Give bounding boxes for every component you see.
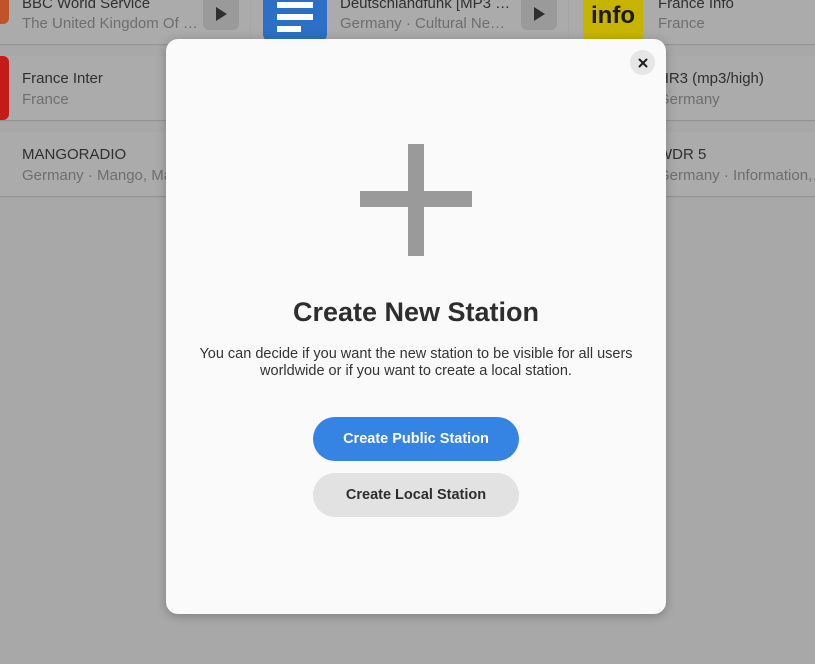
dialog-description: You can decide if you want the new stati… (199, 346, 633, 379)
close-button[interactable] (630, 50, 655, 75)
create-station-dialog: Create New Station You can decide if you… (166, 39, 666, 614)
create-public-station-button[interactable]: Create Public Station (313, 417, 519, 461)
plus-icon (360, 144, 472, 256)
close-icon (638, 58, 647, 67)
dialog-title: Create New Station (292, 297, 540, 327)
create-local-station-button[interactable]: Create Local Station (313, 473, 519, 517)
